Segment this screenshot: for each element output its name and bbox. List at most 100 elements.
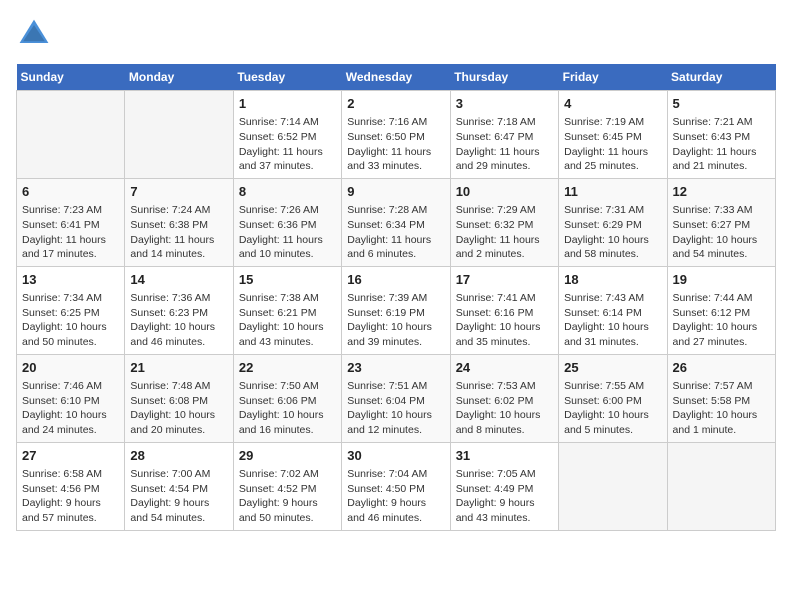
day-number: 12 [673, 183, 770, 201]
day-cell: 27 Sunrise: 6:58 AM Sunset: 4:56 PM Dayli… [17, 442, 125, 530]
day-info: Sunrise: 7:21 AM Sunset: 6:43 PM Dayligh… [673, 115, 770, 174]
day-cell: 4 Sunrise: 7:19 AM Sunset: 6:45 PM Daylig… [559, 91, 667, 179]
day-info: Sunrise: 7:16 AM Sunset: 6:50 PM Dayligh… [347, 115, 444, 174]
day-cell: 8 Sunrise: 7:26 AM Sunset: 6:36 PM Daylig… [233, 178, 341, 266]
day-info: Sunrise: 7:31 AM Sunset: 6:29 PM Dayligh… [564, 203, 661, 262]
day-number: 18 [564, 271, 661, 289]
week-row-5: 27 Sunrise: 6:58 AM Sunset: 4:56 PM Dayli… [17, 442, 776, 530]
day-info: Sunrise: 7:28 AM Sunset: 6:34 PM Dayligh… [347, 203, 444, 262]
day-number: 15 [239, 271, 336, 289]
day-info: Sunrise: 7:05 AM Sunset: 4:49 PM Dayligh… [456, 467, 553, 526]
week-row-3: 13Sunrise: 7:34 AM Sunset: 6:25 PM Dayli… [17, 266, 776, 354]
day-number: 8 [239, 183, 336, 201]
day-number: 1 [239, 95, 336, 113]
day-cell: 5 Sunrise: 7:21 AM Sunset: 6:43 PM Daylig… [667, 91, 775, 179]
weekday-header-friday: Friday [559, 64, 667, 91]
day-number: 23 [347, 359, 444, 377]
day-info: Sunrise: 7:50 AM Sunset: 6:06 PM Dayligh… [239, 379, 336, 438]
day-number: 2 [347, 95, 444, 113]
day-number: 26 [673, 359, 770, 377]
day-cell: 20 Sunrise: 7:46 AM Sunset: 6:10 PM Dayli… [17, 354, 125, 442]
day-number: 6 [22, 183, 119, 201]
day-number: 28 [130, 447, 227, 465]
day-cell: 19 Sunrise: 7:44 AM Sunset: 6:12 PM Dayli… [667, 266, 775, 354]
day-info: Sunrise: 7:18 AM Sunset: 6:47 PM Dayligh… [456, 115, 553, 174]
day-number: 3 [456, 95, 553, 113]
day-number: 11 [564, 183, 661, 201]
weekday-header-sunday: Sunday [17, 64, 125, 91]
day-cell: 23 Sunrise: 7:51 AM Sunset: 6:04 PM Dayli… [342, 354, 450, 442]
logo [16, 16, 56, 52]
weekday-header-saturday: Saturday [667, 64, 775, 91]
week-row-2: 6 Sunrise: 7:23 AM Sunset: 6:41 PM Daylig… [17, 178, 776, 266]
day-cell: 2 Sunrise: 7:16 AM Sunset: 6:50 PM Daylig… [342, 91, 450, 179]
day-info: Sunrise: 7:26 AM Sunset: 6:36 PM Dayligh… [239, 203, 336, 262]
weekday-header-tuesday: Tuesday [233, 64, 341, 91]
day-cell: 15 Sunrise: 7:38 AM Sunset: 6:21 PM Dayli… [233, 266, 341, 354]
day-cell: 6 Sunrise: 7:23 AM Sunset: 6:41 PM Daylig… [17, 178, 125, 266]
day-number: 9 [347, 183, 444, 201]
day-info: Sunrise: 7:14 AM Sunset: 6:52 PM Dayligh… [239, 115, 336, 174]
day-cell: 12 Sunrise: 7:33 AM Sunset: 6:27 PM Dayli… [667, 178, 775, 266]
day-number: 20 [22, 359, 119, 377]
day-number: 10 [456, 183, 553, 201]
day-number: 19 [673, 271, 770, 289]
day-cell [559, 442, 667, 530]
day-number: 17 [456, 271, 553, 289]
day-number: 25 [564, 359, 661, 377]
day-cell: 30 Sunrise: 7:04 AM Sunset: 4:50 PM Dayli… [342, 442, 450, 530]
day-cell: 1 Sunrise: 7:14 AM Sunset: 6:52 PM Daylig… [233, 91, 341, 179]
day-info: Sunrise: 7:34 AM Sunset: 6:25 PM Dayligh… [22, 291, 119, 350]
day-cell: 21Sunrise: 7:48 AM Sunset: 6:08 PM Dayli… [125, 354, 233, 442]
day-cell: 14 Sunrise: 7:36 AM Sunset: 6:23 PM Dayli… [125, 266, 233, 354]
day-info: Sunrise: 7:46 AM Sunset: 6:10 PM Dayligh… [22, 379, 119, 438]
day-number: 29 [239, 447, 336, 465]
logo-icon [16, 16, 52, 52]
day-cell: 7Sunrise: 7:24 AM Sunset: 6:38 PM Daylig… [125, 178, 233, 266]
page-header [16, 16, 776, 52]
day-number: 21 [130, 359, 227, 377]
weekday-header-wednesday: Wednesday [342, 64, 450, 91]
day-info: Sunrise: 7:04 AM Sunset: 4:50 PM Dayligh… [347, 467, 444, 526]
day-info: Sunrise: 7:39 AM Sunset: 6:19 PM Dayligh… [347, 291, 444, 350]
day-number: 14 [130, 271, 227, 289]
day-info: Sunrise: 7:00 AM Sunset: 4:54 PM Dayligh… [130, 467, 227, 526]
weekday-header-row: SundayMondayTuesdayWednesdayThursdayFrid… [17, 64, 776, 91]
day-info: Sunrise: 7:29 AM Sunset: 6:32 PM Dayligh… [456, 203, 553, 262]
day-info: Sunrise: 7:23 AM Sunset: 6:41 PM Dayligh… [22, 203, 119, 262]
day-info: Sunrise: 6:58 AM Sunset: 4:56 PM Dayligh… [22, 467, 119, 526]
day-info: Sunrise: 7:19 AM Sunset: 6:45 PM Dayligh… [564, 115, 661, 174]
day-info: Sunrise: 7:44 AM Sunset: 6:12 PM Dayligh… [673, 291, 770, 350]
weekday-header-monday: Monday [125, 64, 233, 91]
day-cell: 22 Sunrise: 7:50 AM Sunset: 6:06 PM Dayli… [233, 354, 341, 442]
day-info: Sunrise: 7:41 AM Sunset: 6:16 PM Dayligh… [456, 291, 553, 350]
day-cell [17, 91, 125, 179]
day-cell: 28 Sunrise: 7:00 AM Sunset: 4:54 PM Dayli… [125, 442, 233, 530]
day-number: 30 [347, 447, 444, 465]
day-cell: 11 Sunrise: 7:31 AM Sunset: 6:29 PM Dayli… [559, 178, 667, 266]
day-cell: 26 Sunrise: 7:57 AM Sunset: 5:58 PM Dayli… [667, 354, 775, 442]
day-info: Sunrise: 7:24 AM Sunset: 6:38 PM Dayligh… [130, 203, 227, 262]
week-row-1: 1 Sunrise: 7:14 AM Sunset: 6:52 PM Daylig… [17, 91, 776, 179]
day-info: Sunrise: 7:38 AM Sunset: 6:21 PM Dayligh… [239, 291, 336, 350]
day-number: 4 [564, 95, 661, 113]
day-cell: 9 Sunrise: 7:28 AM Sunset: 6:34 PM Daylig… [342, 178, 450, 266]
day-info: Sunrise: 7:33 AM Sunset: 6:27 PM Dayligh… [673, 203, 770, 262]
day-info: Sunrise: 7:53 AM Sunset: 6:02 PM Dayligh… [456, 379, 553, 438]
day-number: 31 [456, 447, 553, 465]
day-cell: 29Sunrise: 7:02 AM Sunset: 4:52 PM Dayli… [233, 442, 341, 530]
day-number: 27 [22, 447, 119, 465]
day-number: 5 [673, 95, 770, 113]
day-cell [667, 442, 775, 530]
day-cell: 24Sunrise: 7:53 AM Sunset: 6:02 PM Dayli… [450, 354, 558, 442]
day-info: Sunrise: 7:51 AM Sunset: 6:04 PM Dayligh… [347, 379, 444, 438]
day-cell: 17 Sunrise: 7:41 AM Sunset: 6:16 PM Dayli… [450, 266, 558, 354]
day-cell: 10 Sunrise: 7:29 AM Sunset: 6:32 PM Dayli… [450, 178, 558, 266]
day-number: 22 [239, 359, 336, 377]
calendar-table: SundayMondayTuesdayWednesdayThursdayFrid… [16, 64, 776, 531]
day-cell: 31 Sunrise: 7:05 AM Sunset: 4:49 PM Dayli… [450, 442, 558, 530]
day-cell [125, 91, 233, 179]
day-info: Sunrise: 7:36 AM Sunset: 6:23 PM Dayligh… [130, 291, 227, 350]
day-info: Sunrise: 7:57 AM Sunset: 5:58 PM Dayligh… [673, 379, 770, 438]
day-cell: 3 Sunrise: 7:18 AM Sunset: 6:47 PM Daylig… [450, 91, 558, 179]
